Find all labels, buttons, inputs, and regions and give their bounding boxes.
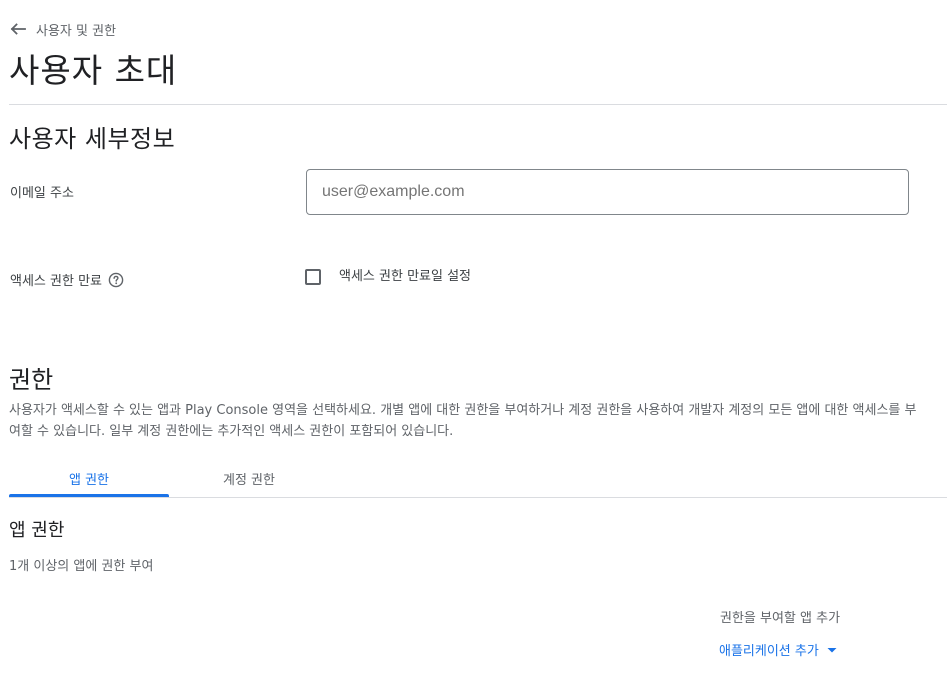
access-expiry-checkbox[interactable]	[305, 268, 321, 285]
add-app-label: 권한을 부여할 앱 추가	[720, 611, 841, 626]
tab-app-permissions[interactable]: 앱 권한	[9, 459, 169, 497]
header-divider	[9, 104, 947, 105]
permission-tabs: 앱 권한 계정 권한	[9, 459, 947, 499]
back-link-label[interactable]: 사용자 및 권한	[36, 20, 116, 39]
app-permissions-title: 앱 권한	[9, 520, 65, 541]
access-expiry-label-row: 액세스 권한 만료	[10, 270, 124, 289]
caret-down-icon[interactable]	[819, 640, 839, 659]
permissions-description: 사용자가 액세스할 수 있는 앱과 Play Console 영역을 선택하세요…	[9, 403, 917, 439]
add-application-dropdown[interactable]: 애플리케이션 추가	[719, 640, 839, 659]
tab-account-permissions[interactable]: 계정 권한	[169, 459, 329, 497]
arrow-left-icon[interactable]	[10, 23, 26, 35]
access-expiry-label: 액세스 권한 만료	[10, 274, 102, 289]
app-permissions-subtitle: 1개 이상의 앱에 권한 부여	[9, 559, 154, 574]
access-expiry-checkbox-row[interactable]: 액세스 권한 만료일 설정	[305, 267, 471, 286]
page-title: 사용자 초대	[9, 51, 178, 90]
add-application-label[interactable]: 애플리케이션 추가	[719, 640, 819, 659]
user-details-title: 사용자 세부정보	[9, 125, 176, 153]
email-label: 이메일 주소	[10, 186, 74, 201]
email-field[interactable]	[306, 169, 909, 215]
back-link[interactable]: 사용자 및 권한	[10, 18, 116, 40]
help-circle-icon[interactable]	[108, 272, 124, 288]
permissions-title: 권한	[9, 366, 54, 394]
tabs-divider	[9, 497, 947, 498]
access-expiry-checkbox-label[interactable]: 액세스 권한 만료일 설정	[339, 265, 471, 284]
